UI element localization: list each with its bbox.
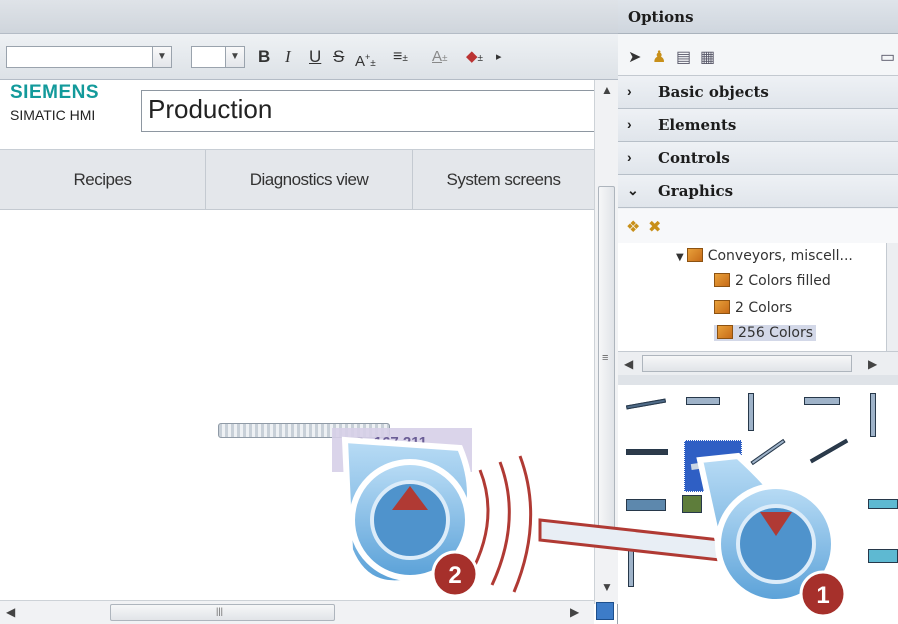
folder-icon <box>714 273 730 287</box>
gallery-item[interactable] <box>809 438 849 464</box>
options-toolbar: ➤ ♟ ▤ ▦ ▭ <box>618 34 898 76</box>
gallery-item[interactable] <box>626 499 666 511</box>
add-folder-icon[interactable]: ❖ <box>626 217 640 237</box>
graphics-gallery <box>618 385 898 624</box>
splitter[interactable] <box>618 375 898 385</box>
options-title: Options <box>628 8 694 26</box>
gallery-item[interactable] <box>804 397 840 405</box>
scroll-thumb[interactable] <box>642 355 852 372</box>
folder-icon <box>717 325 733 339</box>
zoom-corner-icon[interactable] <box>596 602 614 620</box>
scroll-thumb[interactable]: ||| <box>110 604 335 621</box>
graphics-tree: ▼ Conveyors, miscell... 2 Colors filled 2… <box>618 243 886 351</box>
font-size-dropdown[interactable] <box>191 46 227 68</box>
graphics-toolbar: ❖ ✖ <box>618 209 898 243</box>
tree-node-2-colors-filled[interactable]: 2 Colors filled <box>714 273 831 289</box>
folder-icon <box>714 300 730 314</box>
chevron-down-icon: ⌄ <box>627 182 639 198</box>
folder-icon <box>686 248 703 262</box>
screen-title: Production <box>148 94 273 124</box>
tree-node-label: 256 Colors <box>738 325 814 341</box>
fill-color-icon[interactable]: ◆± <box>466 46 483 68</box>
screen-nav: Recipes Diagnostics view System screens <box>0 150 594 210</box>
gallery-item[interactable] <box>748 393 754 431</box>
scroll-left-icon[interactable]: ◀ <box>624 357 633 371</box>
scroll-up-icon[interactable]: ▲ <box>601 83 613 97</box>
underline-button[interactable]: U <box>309 46 321 68</box>
window-icon[interactable]: ▭ <box>880 47 895 67</box>
section-controls[interactable]: › Controls <box>618 142 898 175</box>
expand-arrow-icon[interactable]: ▼ <box>676 252 684 263</box>
align-icon[interactable]: ≡± <box>393 46 408 68</box>
editor-tab-strip <box>0 0 618 34</box>
pointer-icon[interactable]: ➤ <box>628 47 641 67</box>
delete-folder-icon[interactable]: ✖ <box>648 217 661 237</box>
simatic-hmi-label: SIMATIC HMI <box>10 107 96 123</box>
position-tooltip-text: ↗: 167,211 <box>352 434 428 451</box>
tree-vertical-scrollbar[interactable] <box>886 243 898 351</box>
gallery-item[interactable] <box>686 397 720 405</box>
section-graphics[interactable]: ⌄ Graphics <box>618 175 898 208</box>
chevron-down-icon[interactable]: ▼ <box>225 46 245 68</box>
scroll-left-icon[interactable]: ◀ <box>6 605 15 619</box>
screen-header: SIEMENS SIMATIC HMI Production <box>0 80 594 150</box>
gallery-item[interactable] <box>625 398 667 410</box>
gallery-item[interactable] <box>682 495 702 513</box>
screen-title-field[interactable]: Production <box>141 90 594 132</box>
table-icon[interactable]: ▦ <box>700 47 715 67</box>
gallery-item-selected[interactable] <box>684 440 742 492</box>
section-label: Basic objects <box>658 83 769 101</box>
siemens-logo: SIEMENS <box>10 82 100 103</box>
tree-node-label: Conveyors, miscell... <box>707 248 853 264</box>
properties-icon[interactable]: ▤ <box>676 47 691 67</box>
gallery-item[interactable] <box>750 438 786 466</box>
nav-recipes-button[interactable]: Recipes <box>0 150 206 210</box>
gallery-item[interactable] <box>628 547 634 587</box>
section-basic-objects[interactable]: › Basic objects <box>618 76 898 109</box>
chevron-down-icon[interactable]: ▼ <box>152 46 172 68</box>
screen-editor: ▼ ▼ B I U S A+± ≡± A± ◆± ▸ SIEMENS SIMAT… <box>0 0 618 624</box>
more-arrow-icon[interactable]: ▸ <box>496 46 502 68</box>
gallery-item[interactable] <box>868 499 898 509</box>
tree-node-label: 2 Colors filled <box>735 273 831 289</box>
user-icon[interactable]: ♟ <box>652 47 666 67</box>
chevron-right-icon: › <box>627 149 632 165</box>
chevron-right-icon: › <box>627 116 632 132</box>
italic-button[interactable]: I <box>285 46 291 68</box>
editor-horizontal-scrollbar[interactable]: ◀ ||| ▶ <box>0 600 594 624</box>
gallery-item[interactable] <box>870 393 876 437</box>
strikethrough-button[interactable]: S <box>333 46 344 68</box>
bold-button[interactable]: B <box>258 46 270 68</box>
scroll-thumb[interactable]: ≡ <box>598 186 615 536</box>
tree-node-256-colors[interactable]: 256 Colors <box>714 325 817 341</box>
tree-node-label: 2 Colors <box>735 300 793 316</box>
tree-horizontal-scrollbar[interactable]: ◀ ▶ <box>618 351 898 375</box>
format-toolbar: ▼ ▼ B I U S A+± ≡± A± ◆± ▸ <box>0 34 618 80</box>
options-panel-header: Options <box>618 0 898 34</box>
scroll-down-icon[interactable]: ▼ <box>601 580 613 594</box>
scroll-right-icon[interactable]: ▶ <box>570 605 579 619</box>
editor-vertical-scrollbar[interactable]: ▲ ≡ ▼ <box>594 80 618 604</box>
nav-diagnostics-button[interactable]: Diagnostics view <box>206 150 413 210</box>
section-label: Controls <box>658 149 730 167</box>
font-family-dropdown[interactable] <box>6 46 154 68</box>
chevron-right-icon: › <box>627 83 632 99</box>
tree-node-conveyors[interactable]: ▼ Conveyors, miscell... <box>676 248 853 264</box>
section-label: Graphics <box>658 182 734 200</box>
section-elements[interactable]: › Elements <box>618 109 898 142</box>
section-label: Elements <box>658 116 737 134</box>
tree-node-2-colors[interactable]: 2 Colors <box>714 300 792 316</box>
gallery-item[interactable] <box>868 549 898 563</box>
nav-system-screens-button[interactable]: System screens <box>413 150 594 210</box>
options-panel: Options ➤ ♟ ▤ ▦ ▭ › Basic objects › Elem… <box>618 0 898 624</box>
gallery-item[interactable] <box>626 449 668 455</box>
font-grow-icon[interactable]: A+± <box>355 46 376 70</box>
grip-icon: ||| <box>216 606 224 616</box>
grip-icon: ≡ <box>602 352 609 364</box>
scroll-right-icon[interactable]: ▶ <box>868 357 877 371</box>
font-color-icon[interactable]: A± <box>432 46 448 68</box>
